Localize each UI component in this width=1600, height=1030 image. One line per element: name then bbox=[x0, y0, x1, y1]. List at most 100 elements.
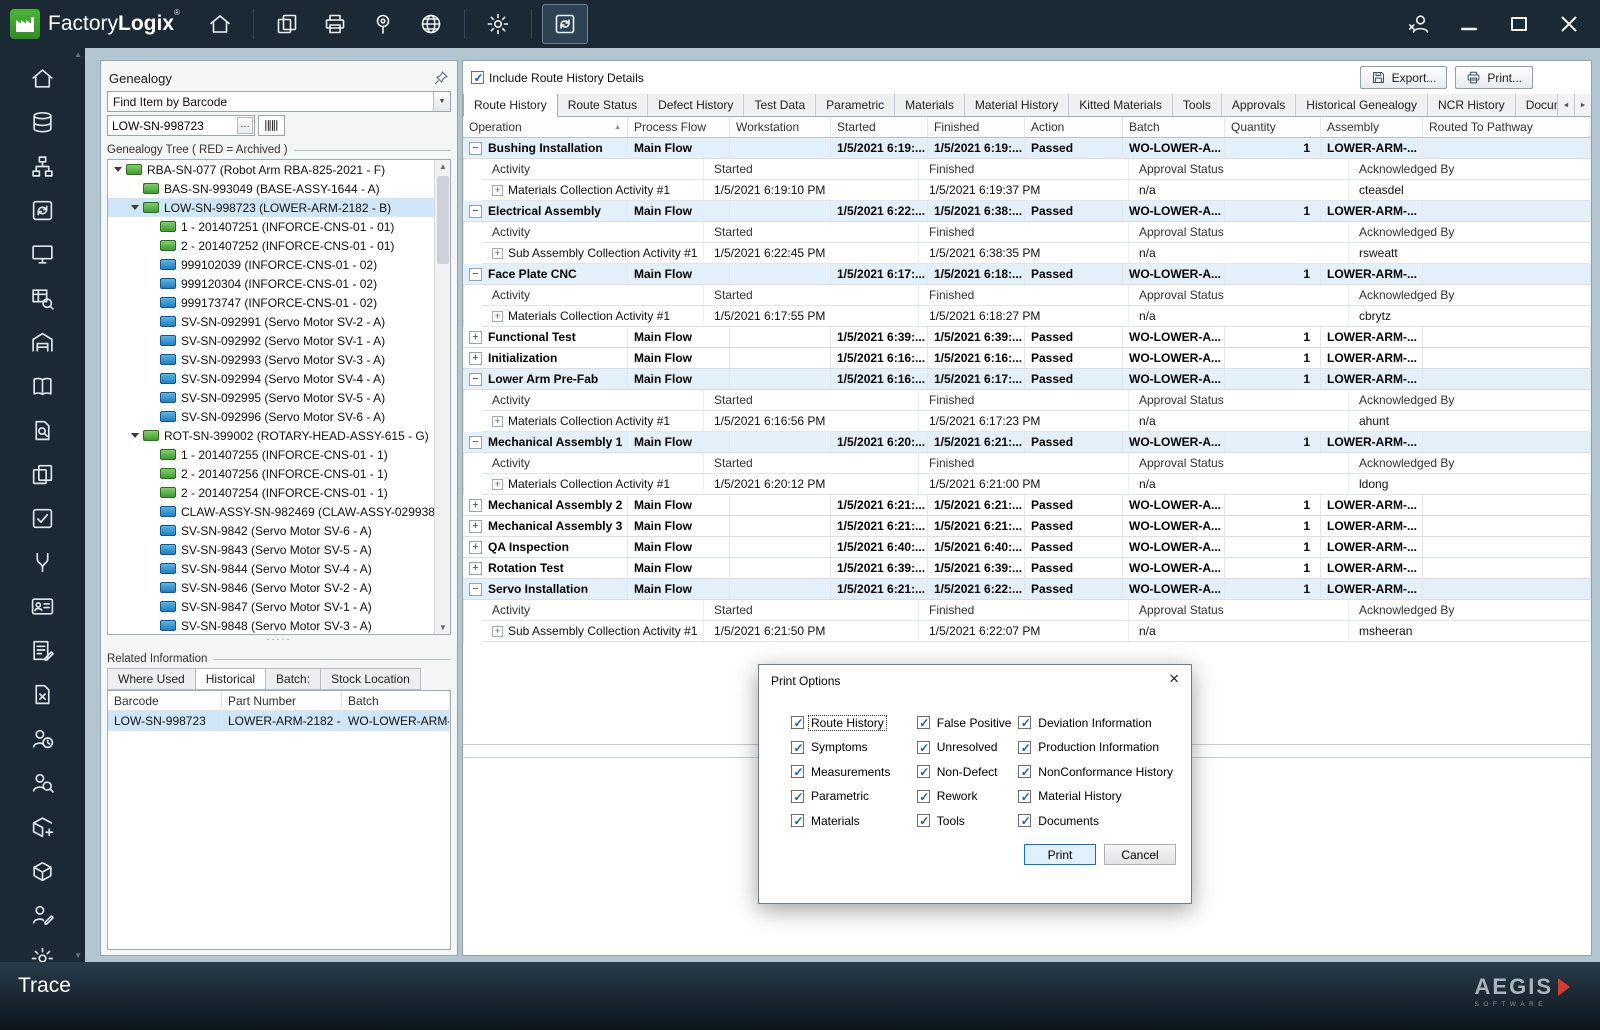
expand-row-icon[interactable]: + bbox=[469, 351, 482, 365]
checkbox-icon[interactable] bbox=[1018, 716, 1032, 730]
tab-ncr-history[interactable]: NCR History bbox=[1428, 94, 1516, 116]
column-header-workstation[interactable]: Workstation bbox=[730, 117, 831, 137]
home-button[interactable] bbox=[197, 4, 243, 44]
dialog-close-icon[interactable]: × bbox=[1169, 670, 1179, 687]
tree-node[interactable]: 1 - 201407251 (INFORCE-CNS-01 - 01) bbox=[108, 217, 450, 236]
print-option-rework[interactable]: Rework bbox=[916, 789, 1019, 804]
tree-node[interactable]: SV-SN-9842 (Servo Motor SV-6 - A) bbox=[108, 521, 450, 540]
activity-row[interactable]: + Materials Collection Activity #1 1/5/202… bbox=[482, 306, 1591, 327]
activity-row[interactable]: + Materials Collection Activity #1 1/5/202… bbox=[482, 474, 1591, 495]
sidebar-item-document-search[interactable] bbox=[0, 408, 85, 452]
expand-activity-icon[interactable]: + bbox=[492, 478, 503, 490]
splitter-handle[interactable]: ····· bbox=[107, 635, 451, 645]
related-tab-historical[interactable]: Historical bbox=[194, 668, 266, 690]
tree-node[interactable]: RBA-SN-077 (Robot Arm RBA-825-2021 - F) bbox=[108, 160, 450, 179]
tree-expander-icon[interactable] bbox=[129, 433, 141, 438]
sidebar-item-receive[interactable] bbox=[0, 804, 85, 848]
sidebar-item-library[interactable] bbox=[0, 364, 85, 408]
tree-node[interactable]: SV-SN-9846 (Servo Motor SV-2 - A) bbox=[108, 578, 450, 597]
print-option-deviation-information[interactable]: Deviation Information bbox=[1018, 715, 1175, 730]
checkbox-icon[interactable] bbox=[791, 814, 805, 828]
barcode-scan-button[interactable] bbox=[258, 115, 285, 136]
checkbox-icon[interactable] bbox=[916, 765, 931, 779]
sidebar-item-user-edit[interactable] bbox=[0, 892, 85, 936]
tree-node[interactable]: SV-SN-092992 (Servo Motor SV-1 - A) bbox=[108, 331, 450, 350]
expand-activity-icon[interactable]: + bbox=[492, 625, 503, 637]
column-header-finished[interactable]: Finished bbox=[928, 117, 1025, 137]
collapse-row-icon[interactable]: − bbox=[469, 141, 482, 155]
expand-activity-icon[interactable]: + bbox=[492, 415, 503, 427]
user-session-button[interactable] bbox=[1395, 0, 1443, 48]
tab-kitted-materials[interactable]: Kitted Materials bbox=[1069, 94, 1173, 116]
tree-node[interactable]: 1 - 201407255 (INFORCE-CNS-01 - 1) bbox=[108, 445, 450, 464]
sidebar-item-tasks[interactable] bbox=[0, 496, 85, 540]
tree-node[interactable]: SV-SN-9843 (Servo Motor SV-5 - A) bbox=[108, 540, 450, 559]
operation-row[interactable]: − Lower Arm Pre-Fab Main Flow 1/5/2021 6:16… bbox=[463, 369, 1591, 390]
tab-historical-genealogy[interactable]: Historical Genealogy bbox=[1296, 94, 1429, 116]
tree-node[interactable]: 999120304 (INFORCE-CNS-01 - 02) bbox=[108, 274, 450, 293]
browse-button[interactable]: … bbox=[237, 117, 253, 134]
web-button[interactable] bbox=[408, 4, 454, 44]
tree-node[interactable]: CLAW-ASSY-SN-982469 (CLAW-ASSY-029938 - … bbox=[108, 502, 450, 521]
checkbox-icon[interactable] bbox=[916, 740, 931, 755]
operation-row[interactable]: − Mechanical Assembly 1 Main Flow 1/5/2021 … bbox=[463, 432, 1591, 453]
related-tab-where-used[interactable]: Where Used bbox=[107, 668, 195, 690]
related-column-header[interactable]: Part Number bbox=[222, 691, 342, 710]
activity-row[interactable]: + Sub Assembly Collection Activity #1 1/5/… bbox=[482, 621, 1591, 642]
close-button[interactable] bbox=[1545, 0, 1593, 48]
sidebar-item-user-search[interactable] bbox=[0, 760, 85, 804]
print-option-false-positive[interactable]: False Positive bbox=[916, 715, 1019, 730]
tree-node[interactable]: BAS-SN-993049 (BASE-ASSY-1644 - A) bbox=[108, 179, 450, 198]
tree-node[interactable]: 2 - 201407252 (INFORCE-CNS-01 - 01) bbox=[108, 236, 450, 255]
column-header-routed-to-pathway[interactable]: Routed To Pathway bbox=[1423, 117, 1591, 137]
tree-node[interactable]: SV-SN-9848 (Servo Motor SV-3 - A) bbox=[108, 616, 450, 634]
checkbox-icon[interactable] bbox=[916, 814, 931, 828]
barcode-input[interactable] bbox=[108, 117, 237, 134]
print-option-unresolved[interactable]: Unresolved bbox=[916, 740, 1019, 755]
scroll-thumb[interactable] bbox=[437, 176, 449, 264]
print-option-material-history[interactable]: Material History bbox=[1018, 789, 1175, 804]
expand-row-icon[interactable]: + bbox=[469, 330, 482, 344]
operation-row[interactable]: − Bushing Installation Main Flow 1/5/2021 6… bbox=[463, 138, 1591, 159]
expand-row-icon[interactable]: + bbox=[469, 540, 482, 554]
print-option-documents[interactable]: Documents bbox=[1018, 813, 1175, 828]
tab-tools[interactable]: Tools bbox=[1172, 94, 1222, 116]
sidebar-item-badge[interactable] bbox=[0, 584, 85, 628]
print-option-tools[interactable]: Tools bbox=[916, 813, 1019, 828]
tree-node[interactable]: 2 - 201407256 (INFORCE-CNS-01 - 1) bbox=[108, 464, 450, 483]
related-tab-stock-location[interactable]: Stock Location bbox=[320, 668, 421, 690]
print-option-production-information[interactable]: Production Information bbox=[1018, 740, 1175, 755]
print-option-materials[interactable]: Materials bbox=[791, 813, 917, 828]
scroll-up-icon[interactable]: ▲ bbox=[435, 162, 450, 171]
related-row[interactable]: LOW-SN-998723 LOWER-ARM-2182 - B WO-LOWE… bbox=[108, 711, 450, 731]
tree-node[interactable]: SV-SN-092991 (Servo Motor SV-2 - A) bbox=[108, 312, 450, 331]
column-header-operation[interactable]: Operation ▲ bbox=[463, 117, 628, 137]
operation-row[interactable]: + Functional Test Main Flow 1/5/2021 6:39:.… bbox=[463, 327, 1591, 348]
tree-scrollbar[interactable]: ▲ ▼ bbox=[434, 160, 450, 634]
tab-defect-history[interactable]: Defect History bbox=[648, 94, 745, 116]
tree-node[interactable]: LOW-SN-998723 (LOWER-ARM-2182 - B) bbox=[108, 198, 450, 217]
print-option-nonconformance-history[interactable]: NonConformance History bbox=[1018, 764, 1175, 779]
expand-row-icon[interactable]: + bbox=[469, 498, 482, 512]
find-mode-select[interactable]: Find Item by Barcode ▼ bbox=[107, 91, 451, 112]
dialog-cancel-button[interactable]: Cancel bbox=[1104, 844, 1176, 865]
tabs-scroll-left-icon[interactable]: ◄ bbox=[1557, 94, 1574, 116]
documents-button[interactable] bbox=[264, 4, 310, 44]
tree-node[interactable]: SV-SN-9844 (Servo Motor SV-4 - A) bbox=[108, 559, 450, 578]
tree-node[interactable]: SV-SN-092994 (Servo Motor SV-4 - A) bbox=[108, 369, 450, 388]
operation-row[interactable]: + QA Inspection Main Flow 1/5/2021 6:40:...… bbox=[463, 537, 1591, 558]
dialog-print-button[interactable]: Print bbox=[1024, 844, 1096, 865]
expand-activity-icon[interactable]: + bbox=[492, 310, 503, 322]
tree-node[interactable]: SV-SN-9847 (Servo Motor SV-1 - A) bbox=[108, 597, 450, 616]
collapse-row-icon[interactable]: − bbox=[469, 435, 482, 449]
rail-scroll-up-icon[interactable]: ▲ bbox=[74, 50, 82, 59]
sidebar-item-monitor[interactable] bbox=[0, 232, 85, 276]
checkbox-icon[interactable] bbox=[791, 740, 805, 755]
print-option-parametric[interactable]: Parametric bbox=[791, 789, 917, 804]
tab-route-history[interactable]: Route History bbox=[463, 94, 558, 117]
collapse-row-icon[interactable]: − bbox=[469, 204, 482, 218]
related-tab-batch[interactable]: Batch: bbox=[265, 668, 321, 690]
maximize-button[interactable] bbox=[1495, 0, 1543, 48]
collapse-row-icon[interactable]: − bbox=[469, 582, 482, 596]
settings-button[interactable] bbox=[475, 4, 521, 44]
